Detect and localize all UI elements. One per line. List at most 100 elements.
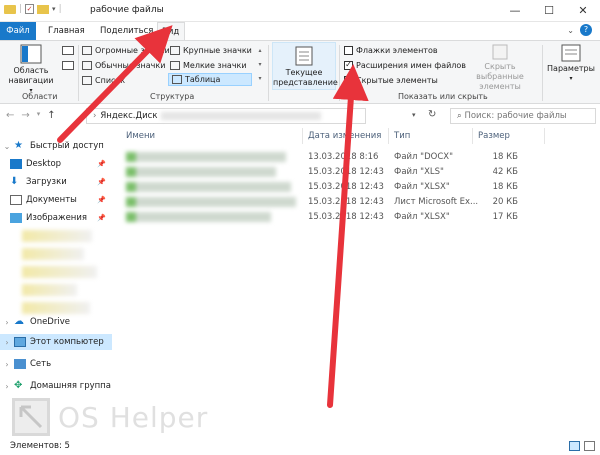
watermark-text: OS Helper — [58, 400, 209, 434]
huge-icons-icon — [82, 45, 92, 55]
hide-selected-icon — [492, 44, 508, 60]
hidden-items-option[interactable]: Скрытые элементы — [344, 74, 438, 86]
file-extensions-checkbox[interactable]: ✓ — [344, 60, 353, 70]
item-checkboxes-option[interactable]: Флажки элементов — [344, 44, 438, 56]
column-header-date[interactable]: Дата изменения — [308, 131, 381, 141]
pin-icon[interactable]: 📌 — [97, 178, 106, 186]
table-row[interactable]: 15.03.2018 12:43 Файл "XLSX" 18 КБ — [112, 180, 600, 194]
layout-scroll[interactable]: ▴ ▾ ▾ — [256, 44, 264, 86]
large-icons-view-icon[interactable] — [584, 441, 595, 451]
search-input[interactable]: ⌕ Поиск: рабочие файлы — [450, 108, 596, 124]
address-dropdown-icon[interactable]: ▾ — [412, 111, 416, 119]
watermark: OS Helper — [12, 398, 208, 436]
blurred-file-name — [126, 197, 296, 207]
layout-list[interactable]: Список — [82, 74, 125, 86]
layout-table[interactable]: Таблица — [168, 73, 252, 86]
table-icon — [172, 75, 182, 84]
sidebar-item-documents[interactable]: Документы 📌 — [0, 192, 112, 208]
homegroup-icon: ✥ — [14, 380, 23, 391]
pin-icon[interactable]: 📌 — [97, 214, 106, 222]
new-folder-icon[interactable] — [37, 4, 50, 14]
expand-arrow-icon[interactable]: › — [0, 360, 14, 369]
blurred-file-name — [126, 152, 286, 162]
ribbon-tabs: Файл Главная Поделиться Вид ⌄ ? — [0, 22, 600, 40]
table-row[interactable]: 13.03.2018 8:16 Файл "DOCX" 18 КБ — [112, 150, 600, 164]
options-button[interactable]: Параметры ▾ — [545, 44, 597, 84]
item-count: Элементов: 5 — [10, 441, 70, 451]
expand-arrow-icon[interactable]: › — [0, 382, 14, 391]
forward-icon[interactable]: → — [21, 110, 29, 121]
layout-normal-icons[interactable]: Обычные значки — [82, 59, 165, 71]
column-header-type[interactable]: Тип — [394, 131, 410, 141]
blurred-folder — [22, 284, 77, 296]
column-header-size[interactable]: Размер — [478, 131, 510, 141]
blurred-folder — [22, 266, 97, 278]
details-view-icon[interactable] — [569, 441, 580, 451]
navigation-pane: ⌄ ★ Быстрый доступ Desktop 📌 ⬇ Загрузки … — [0, 128, 112, 438]
file-extensions-option[interactable]: ✓ Расширения имен файлов — [344, 59, 466, 71]
large-icons-icon — [170, 45, 180, 55]
current-view-button[interactable]: Текущее представление — [272, 42, 338, 90]
column-header-name[interactable]: Имени — [126, 131, 155, 141]
tab-home[interactable]: Главная — [40, 22, 93, 40]
table-row[interactable]: 15.03.2018 12:43 Файл "XLSX" 17 КБ — [112, 210, 600, 224]
window-title: рабочие файлы — [90, 5, 164, 15]
sidebar-item-this-pc[interactable]: › Этот компьютер — [0, 334, 112, 350]
expand-arrow-icon[interactable]: › — [0, 318, 14, 327]
pin-icon[interactable]: 📌 — [97, 160, 106, 168]
sidebar-item-desktop[interactable]: Desktop 📌 — [0, 156, 112, 172]
sidebar-item-network[interactable]: › Сеть — [0, 356, 112, 372]
refresh-icon[interactable]: ↻ — [428, 109, 436, 120]
expand-arrow-icon[interactable]: ⌄ — [0, 142, 14, 151]
star-icon: ★ — [14, 140, 23, 151]
table-row[interactable]: 15.03.2018 12:43 Лист Microsoft Ex... 20… — [112, 195, 600, 209]
details-pane-button[interactable] — [62, 61, 74, 70]
address-field[interactable]: › Яндекс.Диск — [86, 108, 366, 124]
navigation-pane-button[interactable]: Область навигации ▾ — [6, 44, 56, 96]
tab-file[interactable]: Файл — [0, 22, 36, 40]
layout-huge-icons[interactable]: Огромные значки — [82, 44, 170, 56]
file-list: Имени Дата изменения Тип Размер 13.03.20… — [112, 128, 600, 438]
normal-icons-icon — [82, 60, 92, 70]
collapse-ribbon-icon[interactable]: ⌄ — [567, 26, 574, 35]
sidebar-item-pictures[interactable]: Изображения 📌 — [0, 210, 112, 226]
back-icon[interactable]: ← — [6, 110, 14, 121]
sidebar-item-downloads[interactable]: ⬇ Загрузки 📌 — [0, 174, 112, 190]
layout-large-icons[interactable]: Крупные значки — [170, 44, 252, 56]
tab-view[interactable]: Вид — [157, 22, 185, 40]
hidden-items-checkbox[interactable] — [344, 75, 353, 85]
quick-access-toolbar: | ✓ ▾ | — [4, 4, 62, 14]
close-button[interactable]: ✕ — [566, 0, 600, 20]
pin-icon[interactable]: 📌 — [97, 196, 106, 204]
maximize-button[interactable]: ☐ — [532, 0, 566, 20]
watermark-logo-icon — [12, 398, 50, 436]
preview-pane-button[interactable] — [62, 46, 74, 55]
properties-icon[interactable]: ✓ — [25, 4, 35, 14]
tab-share[interactable]: Поделиться — [92, 22, 161, 40]
desktop-icon — [10, 159, 22, 169]
search-icon: ⌕ — [457, 111, 462, 121]
item-checkboxes-checkbox[interactable] — [344, 45, 353, 55]
address-bar-area: ← → ▾ ↑ › Яндекс.Диск ▾ ↻ ⌕ Поиск: рабоч… — [0, 105, 600, 127]
sidebar-item-quick-access[interactable]: ⌄ ★ Быстрый доступ — [0, 138, 112, 154]
minimize-button[interactable]: — — [498, 0, 532, 20]
small-icons-icon — [170, 60, 180, 70]
expand-arrow-icon[interactable]: › — [0, 338, 14, 347]
group-label-layout: Структура — [150, 92, 195, 101]
recent-locations-icon[interactable]: ▾ — [37, 110, 41, 121]
up-icon[interactable]: ↑ — [47, 110, 55, 121]
customize-toolbar-icon[interactable]: ▾ — [52, 5, 56, 13]
help-icon[interactable]: ? — [580, 24, 592, 36]
table-row[interactable]: 15.03.2018 12:43 Файл "XLS" 42 КБ — [112, 165, 600, 179]
sidebar-item-onedrive[interactable]: › ☁ OneDrive — [0, 314, 112, 330]
blurred-folder — [22, 248, 84, 260]
group-label-show-hide: Показать или скрыть — [398, 92, 488, 101]
sidebar-item-homegroup[interactable]: › ✥ Домашняя группа — [0, 378, 112, 394]
folder-icon — [4, 4, 16, 14]
hide-selected-button[interactable]: Скрыть выбранные элементы — [460, 44, 540, 92]
layout-small-icons[interactable]: Мелкие значки — [170, 59, 247, 71]
breadcrumb-item[interactable]: Яндекс.Диск — [100, 111, 157, 121]
document-icon — [10, 195, 22, 205]
group-label-areas: Области — [22, 92, 58, 101]
blurred-file-name — [126, 212, 271, 222]
